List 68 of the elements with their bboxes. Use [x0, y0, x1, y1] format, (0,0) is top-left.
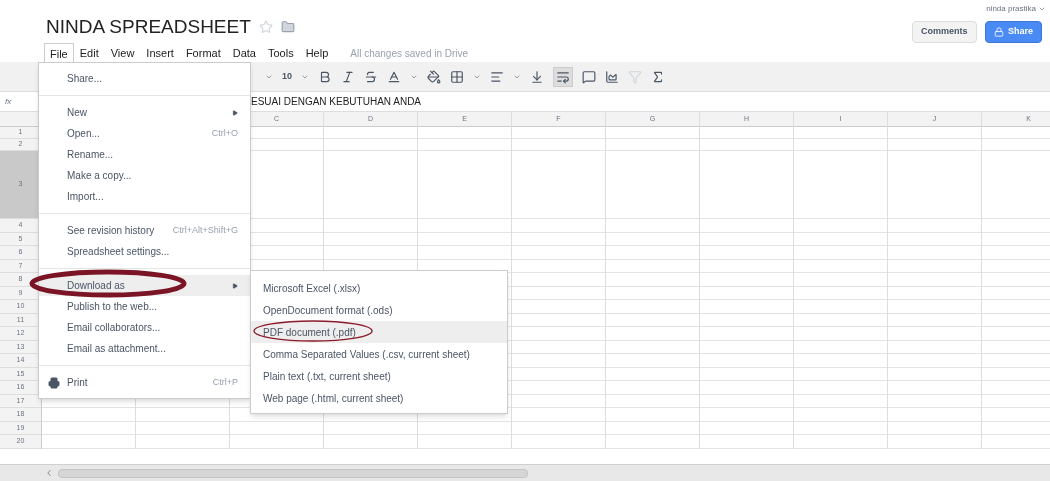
menu-item[interactable]: OpenDocument format (.ods): [251, 299, 507, 321]
menu-item-label: Download as: [67, 279, 125, 293]
menu-item-label: Open...: [67, 127, 100, 141]
star-icon[interactable]: [258, 19, 273, 34]
menu-item[interactable]: Web page (.html, current sheet): [251, 387, 507, 409]
menu-item-label: Email as attachment...: [67, 342, 166, 356]
menu-item[interactable]: Comma Separated Values (.csv, current sheet): [251, 343, 507, 365]
menu-item-label: Import...: [67, 190, 104, 204]
menu-item-label: Email collaborators...: [67, 321, 161, 335]
caret-icon[interactable]: [1038, 5, 1046, 13]
comment-icon[interactable]: [582, 69, 596, 84]
menu-item-label: Make a copy...: [67, 169, 132, 183]
menu-item[interactable]: See revision history Ctrl+Alt+Shift+G: [39, 220, 250, 241]
shortcut-label: Ctrl+O: [211, 126, 238, 140]
menu-item[interactable]: Publish to the web...: [39, 296, 250, 317]
wrap-text-icon[interactable]: [553, 66, 573, 87]
submenu-arrow-icon: [232, 109, 238, 116]
user-account-menu[interactable]: ninda prastika: [986, 3, 1036, 15]
menu-item[interactable]: Spreadsheet settings...: [39, 241, 250, 262]
menu-item[interactable]: Rename...: [39, 144, 250, 165]
menu-item-label: Rename...: [67, 148, 114, 162]
menu-bar-item[interactable]: Insert: [140, 42, 180, 65]
scrollbar-thumb[interactable]: [58, 468, 528, 478]
menu-item[interactable]: Email collaborators...: [39, 317, 250, 338]
vertical-align-icon[interactable]: [530, 69, 544, 84]
font-size-field[interactable]: 10: [282, 69, 292, 84]
chart-icon[interactable]: [605, 69, 619, 84]
fill-color-icon[interactable]: [427, 69, 441, 84]
menu-bar-item[interactable]: Help: [299, 42, 335, 65]
menu-item-label: Spreadsheet settings...: [67, 245, 170, 259]
menu-item-label: Print: [67, 376, 88, 390]
menu-item[interactable]: Email as attachment...: [39, 338, 250, 359]
menu-bar-item[interactable]: Format: [179, 42, 227, 65]
menu-item[interactable]: PDF document (.pdf): [251, 321, 507, 343]
formula-label: fx: [5, 95, 13, 108]
menu-bar-item[interactable]: File: [44, 42, 74, 64]
menu-bar-item[interactable]: Tools: [261, 42, 300, 65]
italic-icon[interactable]: [341, 69, 355, 84]
menu-bar-item[interactable]: View: [104, 42, 141, 65]
shortcut-label: Ctrl+Alt+Shift+G: [172, 223, 238, 237]
submenu-arrow-icon: [232, 282, 238, 289]
menu-bar-item[interactable]: Edit: [73, 42, 105, 65]
document-title[interactable]: NINDA SPREADSHEET: [46, 17, 251, 36]
comments-button[interactable]: Comments: [912, 21, 977, 43]
menu-bar-item[interactable]: Data: [226, 42, 262, 65]
menu-item[interactable]: Share...: [39, 68, 250, 89]
horizontal-scrollbar[interactable]: [0, 464, 1050, 481]
borders-icon[interactable]: [450, 69, 464, 84]
shortcut-label: Ctrl+P: [212, 375, 238, 389]
menu-item[interactable]: Import...: [39, 186, 250, 207]
menu-item-label: Share...: [67, 72, 103, 86]
strikethrough-icon[interactable]: [364, 69, 378, 84]
functions-icon[interactable]: [651, 69, 665, 84]
menu-item[interactable]: Plain text (.txt, current sheet): [251, 365, 507, 387]
formula-input[interactable]: ESUAI DENGAN KEBUTUHAN ANDA: [251, 94, 422, 109]
align-icon[interactable]: [490, 69, 504, 84]
bold-icon[interactable]: [318, 69, 332, 84]
menu-item-label: See revision history: [67, 224, 155, 238]
text-color-icon[interactable]: [387, 69, 401, 84]
menu-item[interactable]: Microsoft Excel (.xlsx): [251, 277, 507, 299]
menu-item[interactable]: Print Ctrl+P: [39, 372, 250, 393]
menu-item-label: Publish to the web...: [67, 300, 158, 314]
printer-icon: [48, 376, 60, 389]
save-status: All changes saved in Drive: [350, 46, 469, 61]
folder-icon[interactable]: [280, 19, 295, 34]
lock-icon: [994, 27, 1004, 37]
menu-item-label: New: [67, 106, 87, 120]
menu-item[interactable]: Make a copy...: [39, 165, 250, 186]
